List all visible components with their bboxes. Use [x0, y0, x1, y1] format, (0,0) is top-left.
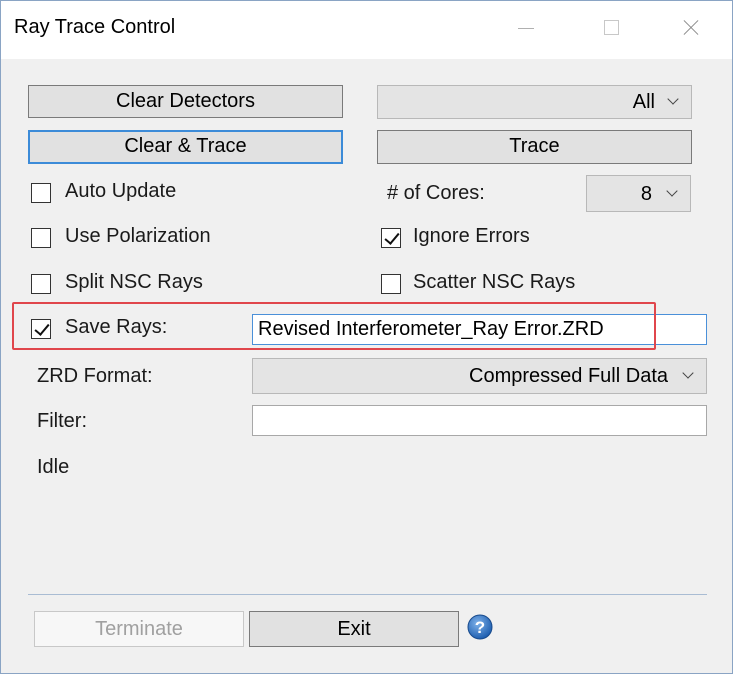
scatter-nsc-rays-checkbox[interactable]	[381, 274, 401, 294]
detector-select-value: All	[632, 91, 655, 113]
checkmark-icon	[34, 320, 50, 336]
auto-update-checkbox[interactable]	[31, 183, 51, 203]
auto-update-label: Auto Update	[65, 180, 177, 202]
zrd-format-label: ZRD Format:	[37, 365, 153, 387]
status-text: Idle	[37, 456, 70, 478]
use-polarization-checkbox[interactable]	[31, 228, 51, 248]
minimize-icon[interactable]	[511, 15, 541, 41]
cores-select-value: 8	[640, 183, 652, 205]
chevron-down-icon	[666, 185, 678, 197]
close-icon[interactable]	[678, 15, 708, 41]
chevron-down-icon	[667, 93, 679, 105]
divider	[28, 594, 707, 595]
scatter-nsc-rays-label: Scatter NSC Rays	[413, 271, 576, 293]
clear-and-trace-button[interactable]: Clear & Trace	[28, 130, 343, 164]
zrd-format-select[interactable]: Compressed Full Data	[252, 358, 707, 394]
title-bar: Ray Trace Control	[1, 1, 732, 59]
filter-input[interactable]	[252, 405, 707, 436]
trace-button[interactable]: Trace	[377, 130, 692, 164]
ray-trace-control-window: Ray Trace Control Clear Detectors All Cl…	[0, 0, 733, 674]
maximize-icon[interactable]	[598, 15, 628, 41]
chevron-down-icon	[682, 367, 694, 379]
terminate-button[interactable]: Terminate	[34, 611, 244, 647]
zrd-format-select-value: Compressed Full Data	[469, 365, 668, 387]
clear-detectors-button[interactable]: Clear Detectors	[28, 85, 343, 118]
svg-text:?: ?	[475, 618, 485, 637]
filter-label: Filter:	[37, 410, 87, 432]
save-rays-filename-input[interactable]: Revised Interferometer_Ray Error.ZRD	[252, 314, 707, 345]
help-icon[interactable]: ?	[467, 614, 493, 640]
split-nsc-rays-checkbox[interactable]	[31, 274, 51, 294]
window-title: Ray Trace Control	[14, 16, 176, 38]
detector-select[interactable]: All	[377, 85, 692, 119]
save-rays-checkbox[interactable]	[31, 319, 51, 339]
save-rays-label: Save Rays:	[65, 316, 168, 338]
ignore-errors-checkbox[interactable]	[381, 228, 401, 248]
checkmark-icon	[384, 229, 400, 245]
exit-button[interactable]: Exit	[249, 611, 459, 647]
cores-label: # of Cores:	[387, 182, 485, 204]
ignore-errors-label: Ignore Errors	[413, 225, 530, 247]
cores-select[interactable]: 8	[586, 175, 691, 212]
use-polarization-label: Use Polarization	[65, 225, 211, 247]
split-nsc-rays-label: Split NSC Rays	[65, 271, 203, 293]
